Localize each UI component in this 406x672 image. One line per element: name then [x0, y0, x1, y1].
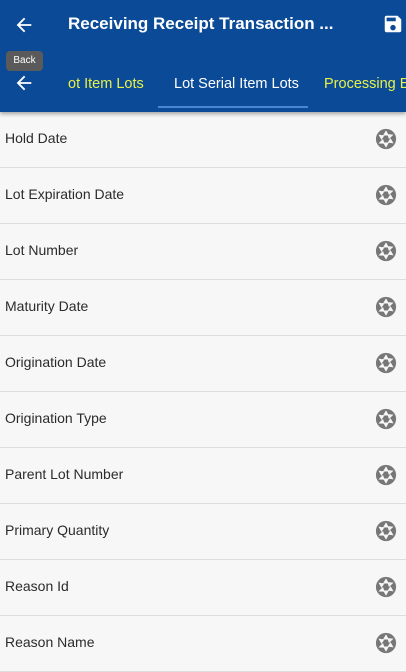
active-tab-indicator: [158, 106, 308, 108]
back-tooltip: Back: [6, 51, 43, 71]
list-item-origination-type[interactable]: Origination Type: [0, 392, 406, 448]
list-item-primary-quantity[interactable]: Primary Quantity: [0, 504, 406, 560]
camera-aperture-icon[interactable]: [375, 408, 397, 430]
back-button[interactable]: [8, 10, 40, 40]
camera-aperture-icon[interactable]: [375, 464, 397, 486]
tab-lot-serial-item-lots[interactable]: Lot Serial Item Lots: [174, 58, 299, 108]
app-bar: Receiving Receipt Transaction ... ot Ite…: [0, 0, 406, 112]
list-item-lot-number[interactable]: Lot Number: [0, 224, 406, 280]
save-button[interactable]: [381, 12, 405, 36]
camera-aperture-icon[interactable]: [375, 296, 397, 318]
list-item-reason-name[interactable]: Reason Name: [0, 616, 406, 672]
tab-processing[interactable]: Processing E: [324, 58, 406, 108]
camera-aperture-icon[interactable]: [375, 520, 397, 542]
camera-aperture-icon[interactable]: [375, 128, 397, 150]
camera-aperture-icon[interactable]: [375, 240, 397, 262]
field-label: Reason Name: [5, 634, 95, 650]
arrow-left-icon: [16, 75, 32, 91]
tab-back-button[interactable]: [8, 68, 40, 98]
field-label: Hold Date: [5, 130, 68, 146]
toolbar: Receiving Receipt Transaction ...: [0, 0, 406, 52]
page-title: Receiving Receipt Transaction ...: [68, 14, 334, 33]
tab-lot-item-lots[interactable]: ot Item Lots: [68, 58, 144, 108]
list-item-parent-lot-number[interactable]: Parent Lot Number: [0, 448, 406, 504]
field-list: Hold Date Lot Expiration Date Lot Number…: [0, 112, 406, 672]
field-label: Reason Id: [5, 578, 69, 594]
field-label: Primary Quantity: [5, 522, 110, 538]
arrow-left-icon: [16, 17, 32, 33]
field-label: Origination Type: [5, 410, 107, 426]
list-item-hold-date[interactable]: Hold Date: [0, 112, 406, 168]
list-item-reason-id[interactable]: Reason Id: [0, 560, 406, 616]
list-item-lot-expiration-date[interactable]: Lot Expiration Date: [0, 168, 406, 224]
list-item-maturity-date[interactable]: Maturity Date: [0, 280, 406, 336]
tab-bar: ot Item Lots Lot Serial Item Lots Proces…: [0, 58, 406, 112]
floppy-disk-icon: [384, 15, 402, 33]
field-label: Lot Number: [5, 242, 79, 258]
field-label: Parent Lot Number: [5, 466, 124, 482]
camera-aperture-icon[interactable]: [375, 632, 397, 654]
camera-aperture-icon[interactable]: [375, 184, 397, 206]
field-label: Lot Expiration Date: [5, 186, 125, 202]
camera-aperture-icon[interactable]: [375, 576, 397, 598]
field-label: Maturity Date: [5, 298, 89, 314]
field-label: Origination Date: [5, 354, 107, 370]
list-item-origination-date[interactable]: Origination Date: [0, 336, 406, 392]
camera-aperture-icon[interactable]: [375, 352, 397, 374]
